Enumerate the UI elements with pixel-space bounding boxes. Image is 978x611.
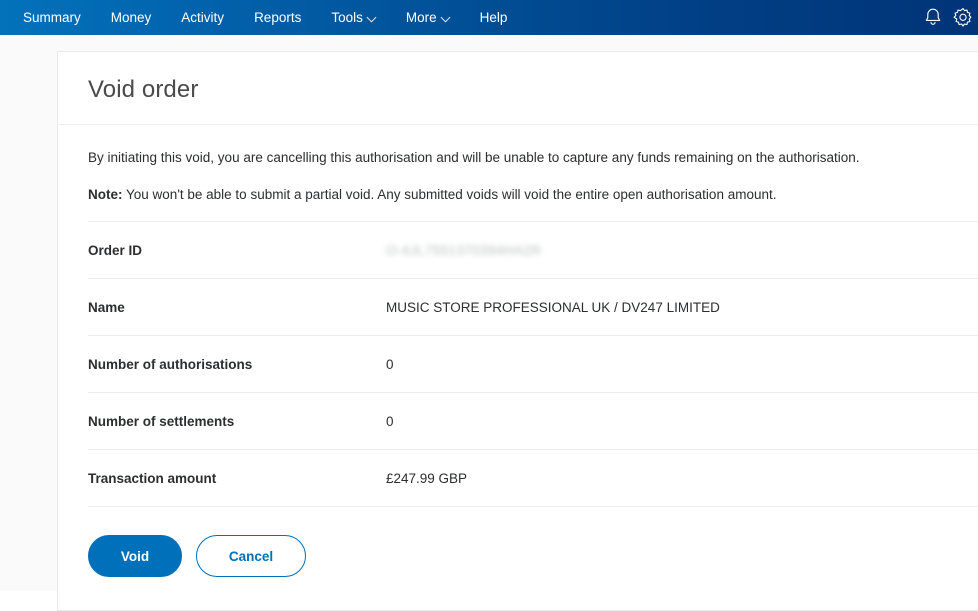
settings-button[interactable] bbox=[952, 0, 978, 35]
transaction-amount-value: £247.99 GBP bbox=[386, 470, 468, 486]
nav-item-tools[interactable]: Tools bbox=[316, 0, 391, 35]
nav-item-label: Activity bbox=[181, 10, 225, 25]
detail-row-transaction-amount: Transaction amount £247.99 GBP bbox=[88, 450, 978, 507]
void-order-card: Void order By initiating this void, you … bbox=[57, 51, 978, 611]
nav-item-label: Summary bbox=[23, 10, 81, 25]
nav-item-label: Help bbox=[479, 10, 508, 25]
note-label: Note: bbox=[88, 187, 123, 202]
nav-item-activity[interactable]: Activity bbox=[166, 0, 239, 35]
nav-right-icons bbox=[914, 0, 978, 35]
top-navigation-bar: Summary Money Activity Reports Tools Mor… bbox=[0, 0, 978, 35]
nav-item-label: Money bbox=[110, 10, 152, 25]
page-content-area: Void order By initiating this void, you … bbox=[0, 35, 978, 611]
nav-item-help[interactable]: Help bbox=[465, 0, 523, 35]
order-id-value: O-4JL7551370394HA2R bbox=[386, 242, 542, 258]
void-description-text: By initiating this void, you are cancell… bbox=[88, 150, 860, 165]
action-buttons: Void Cancel bbox=[88, 507, 978, 607]
nav-item-label: More bbox=[405, 10, 437, 25]
row-label: Number of settlements bbox=[88, 413, 235, 429]
bell-icon bbox=[925, 8, 941, 25]
page-title: Void order bbox=[88, 76, 199, 103]
nav-item-more[interactable]: More bbox=[391, 0, 465, 35]
chevron-down-icon bbox=[368, 13, 376, 21]
nav-item-money[interactable]: Money bbox=[96, 0, 167, 35]
gear-icon bbox=[953, 7, 972, 27]
nav-item-label: Reports bbox=[254, 10, 302, 25]
detail-row-name: Name MUSIC STORE PROFESSIONAL UK / DV247… bbox=[88, 279, 978, 336]
merchant-name-value: MUSIC STORE PROFESSIONAL UK / DV247 LIMI… bbox=[386, 299, 720, 315]
nav-item-label: Tools bbox=[331, 10, 363, 25]
chevron-down-icon bbox=[442, 13, 450, 21]
notifications-button[interactable] bbox=[914, 0, 952, 35]
void-note-text: Note: You won't be able to submit a part… bbox=[88, 184, 978, 222]
row-label: Number of authorisations bbox=[88, 356, 253, 372]
row-label: Name bbox=[88, 299, 125, 315]
settlements-count-value: 0 bbox=[386, 413, 394, 429]
nav-item-summary[interactable]: Summary bbox=[8, 0, 96, 35]
void-button[interactable]: Void bbox=[88, 535, 182, 577]
cancel-button[interactable]: Cancel bbox=[196, 535, 306, 577]
authorisations-count-value: 0 bbox=[386, 356, 394, 372]
nav-items: Summary Money Activity Reports Tools Mor… bbox=[8, 0, 522, 35]
detail-row-settlements: Number of settlements 0 bbox=[88, 393, 978, 450]
card-header: Void order bbox=[58, 52, 978, 125]
nav-item-reports[interactable]: Reports bbox=[239, 0, 316, 35]
detail-row-order-id: Order ID O-4JL7551370394HA2R bbox=[88, 222, 978, 279]
row-label: Transaction amount bbox=[88, 470, 217, 486]
note-body: You won't be able to submit a partial vo… bbox=[126, 187, 777, 202]
row-label: Order ID bbox=[88, 242, 143, 258]
card-body: By initiating this void, you are cancell… bbox=[58, 147, 978, 607]
detail-row-authorisations: Number of authorisations 0 bbox=[88, 336, 978, 393]
